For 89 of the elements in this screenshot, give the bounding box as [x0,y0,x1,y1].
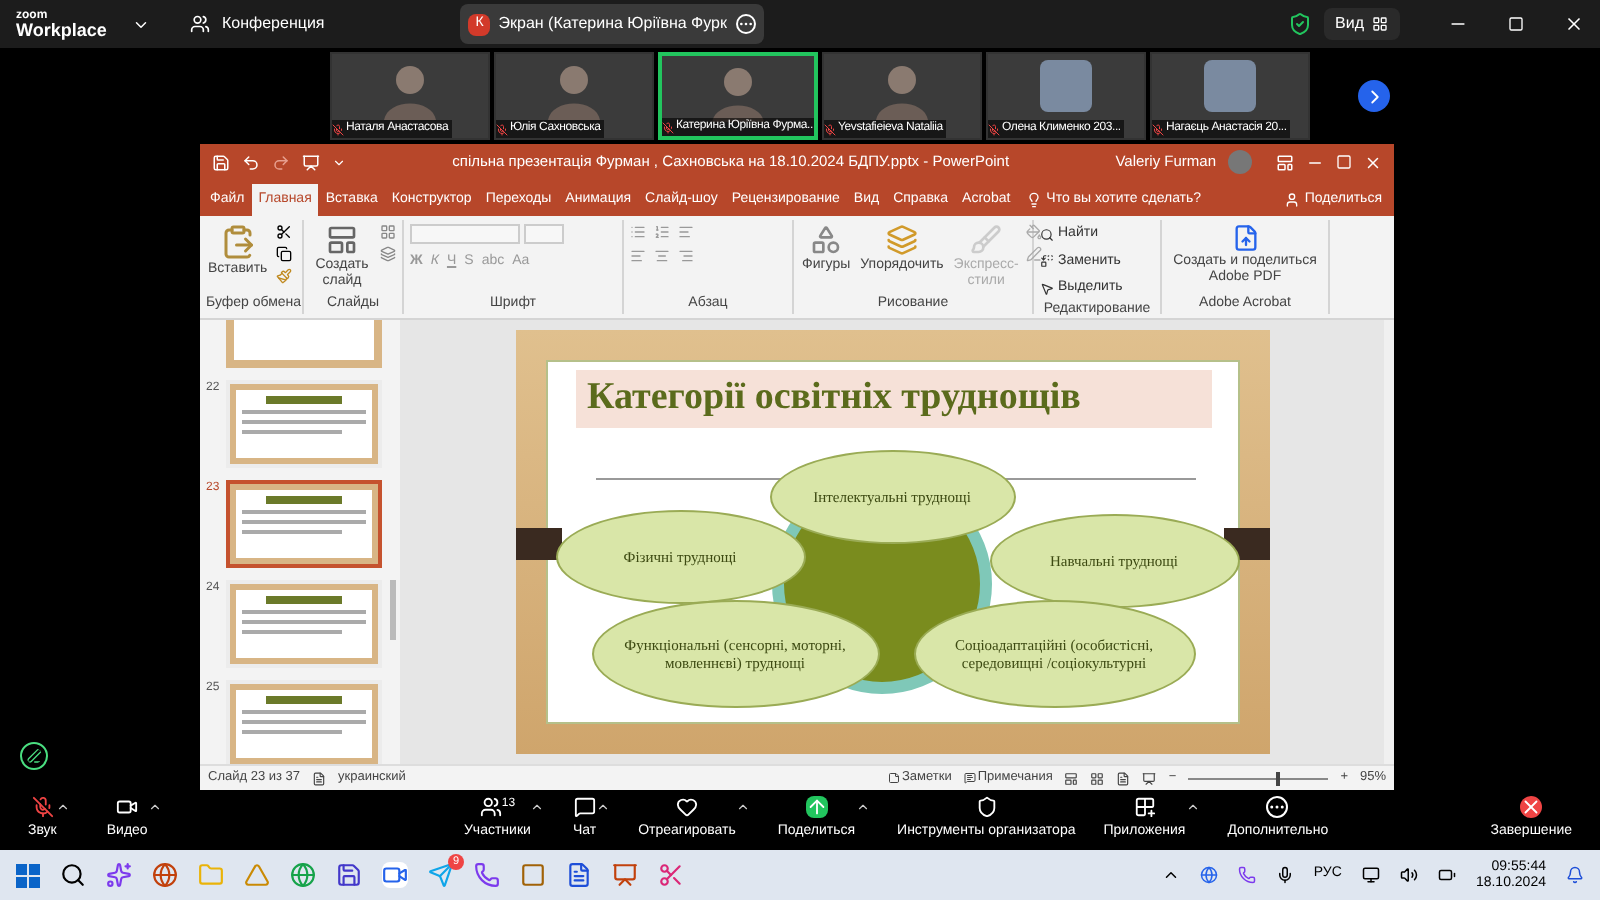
sparkles-icon[interactable] [106,862,132,888]
brush-icon [970,224,1003,256]
globe-icon[interactable] [1199,866,1218,884]
bullets-icon[interactable] [630,224,646,240]
font-size-field[interactable] [524,224,564,244]
video-app-icon[interactable] [382,862,408,888]
browser-icon[interactable] [290,862,316,888]
more-icon [735,14,755,34]
apps-icon [1133,796,1156,819]
copy-icon[interactable] [275,246,292,262]
file-upload-icon [1231,224,1259,252]
slide-title: Категорії освітніх труднощів [587,374,1081,423]
meeting-label: Конференция [222,12,325,36]
slide-thumbnail[interactable] [226,480,382,568]
pointer-icon [1040,281,1054,296]
caret-icon[interactable] [735,800,750,815]
pen-icon[interactable] [20,742,48,770]
caret-icon[interactable] [855,800,870,815]
clipboard-icon [219,224,256,260]
view-button[interactable]: Вид [1323,8,1400,40]
heart-icon [675,796,698,819]
brand-text: Workplace [16,21,109,39]
presentation-app-icon[interactable] [612,862,638,888]
person-silhouette-icon [872,60,932,120]
note-icon [887,772,900,784]
send-icon[interactable] [428,862,454,888]
slide-thumbnail[interactable] [226,320,382,368]
normal-view-icon[interactable] [1064,771,1079,785]
photo-placeholder [1040,60,1092,112]
next-page-button[interactable] [1358,80,1390,112]
slide-layout-icon [326,224,358,256]
floppy-icon[interactable] [336,862,362,888]
shield-icon [975,796,998,819]
mic-icon[interactable] [1275,866,1294,884]
caret-icon[interactable] [530,800,545,815]
monitor-icon[interactable] [1361,866,1380,884]
undo-icon[interactable] [242,153,260,171]
app-icon[interactable] [520,862,546,888]
presentation-icon[interactable] [302,153,320,171]
upload-arrow-icon [805,796,828,819]
layers-icon [885,224,918,256]
lightbulb-icon [1026,192,1043,208]
chevron-up-icon[interactable] [1161,866,1180,884]
align-center-icon[interactable] [654,248,670,264]
caret-icon[interactable] [1185,800,1200,815]
close-icon [1520,796,1543,819]
search-icon[interactable] [60,862,86,888]
phone-icon[interactable] [474,862,500,888]
video-camera-icon [116,796,139,819]
layout-icon[interactable] [380,224,396,240]
sorter-view-icon[interactable] [1090,771,1105,785]
document-icon[interactable] [566,862,592,888]
person-silhouette-icon [380,60,440,120]
slideshow-icon[interactable] [1142,771,1157,785]
person-silhouette-icon [544,60,604,120]
ribbon-display-icon[interactable] [1276,153,1294,171]
close-icon[interactable] [1564,14,1584,34]
user-icon [1284,192,1301,208]
person-silhouette-icon [708,62,768,122]
redo-icon[interactable] [272,153,290,171]
chat-icon [573,796,596,819]
scissors-icon[interactable] [275,224,292,240]
volume-icon[interactable] [1399,866,1418,884]
numbering-icon[interactable] [654,224,670,240]
photo-placeholder [1204,60,1256,112]
user-avatar [1228,150,1252,174]
save-icon[interactable] [212,153,230,171]
grid-icon [1372,16,1388,32]
phone-icon[interactable] [1237,866,1256,884]
font-name-field[interactable] [410,224,520,244]
scrollbar [390,580,396,640]
more-icon [1266,796,1289,819]
shapes-icon [810,224,843,256]
zoom-slider-thumb[interactable] [1275,771,1280,785]
align-left-icon[interactable] [630,248,646,264]
caret-icon[interactable] [56,800,71,815]
bell-icon[interactable] [1566,866,1584,884]
windows-logo-icon[interactable] [16,863,40,887]
align-right-icon[interactable] [678,248,694,264]
globe-icon[interactable] [152,862,178,888]
caret-icon[interactable] [147,800,162,815]
search-icon [1040,227,1054,242]
shield-icon [1287,12,1312,36]
users-icon [190,14,210,34]
caret-icon[interactable] [596,800,611,815]
comment-icon [963,772,976,784]
restore-icon[interactable] [1508,16,1524,32]
muted-mic-icon [31,796,54,819]
battery-icon[interactable] [1437,866,1456,884]
